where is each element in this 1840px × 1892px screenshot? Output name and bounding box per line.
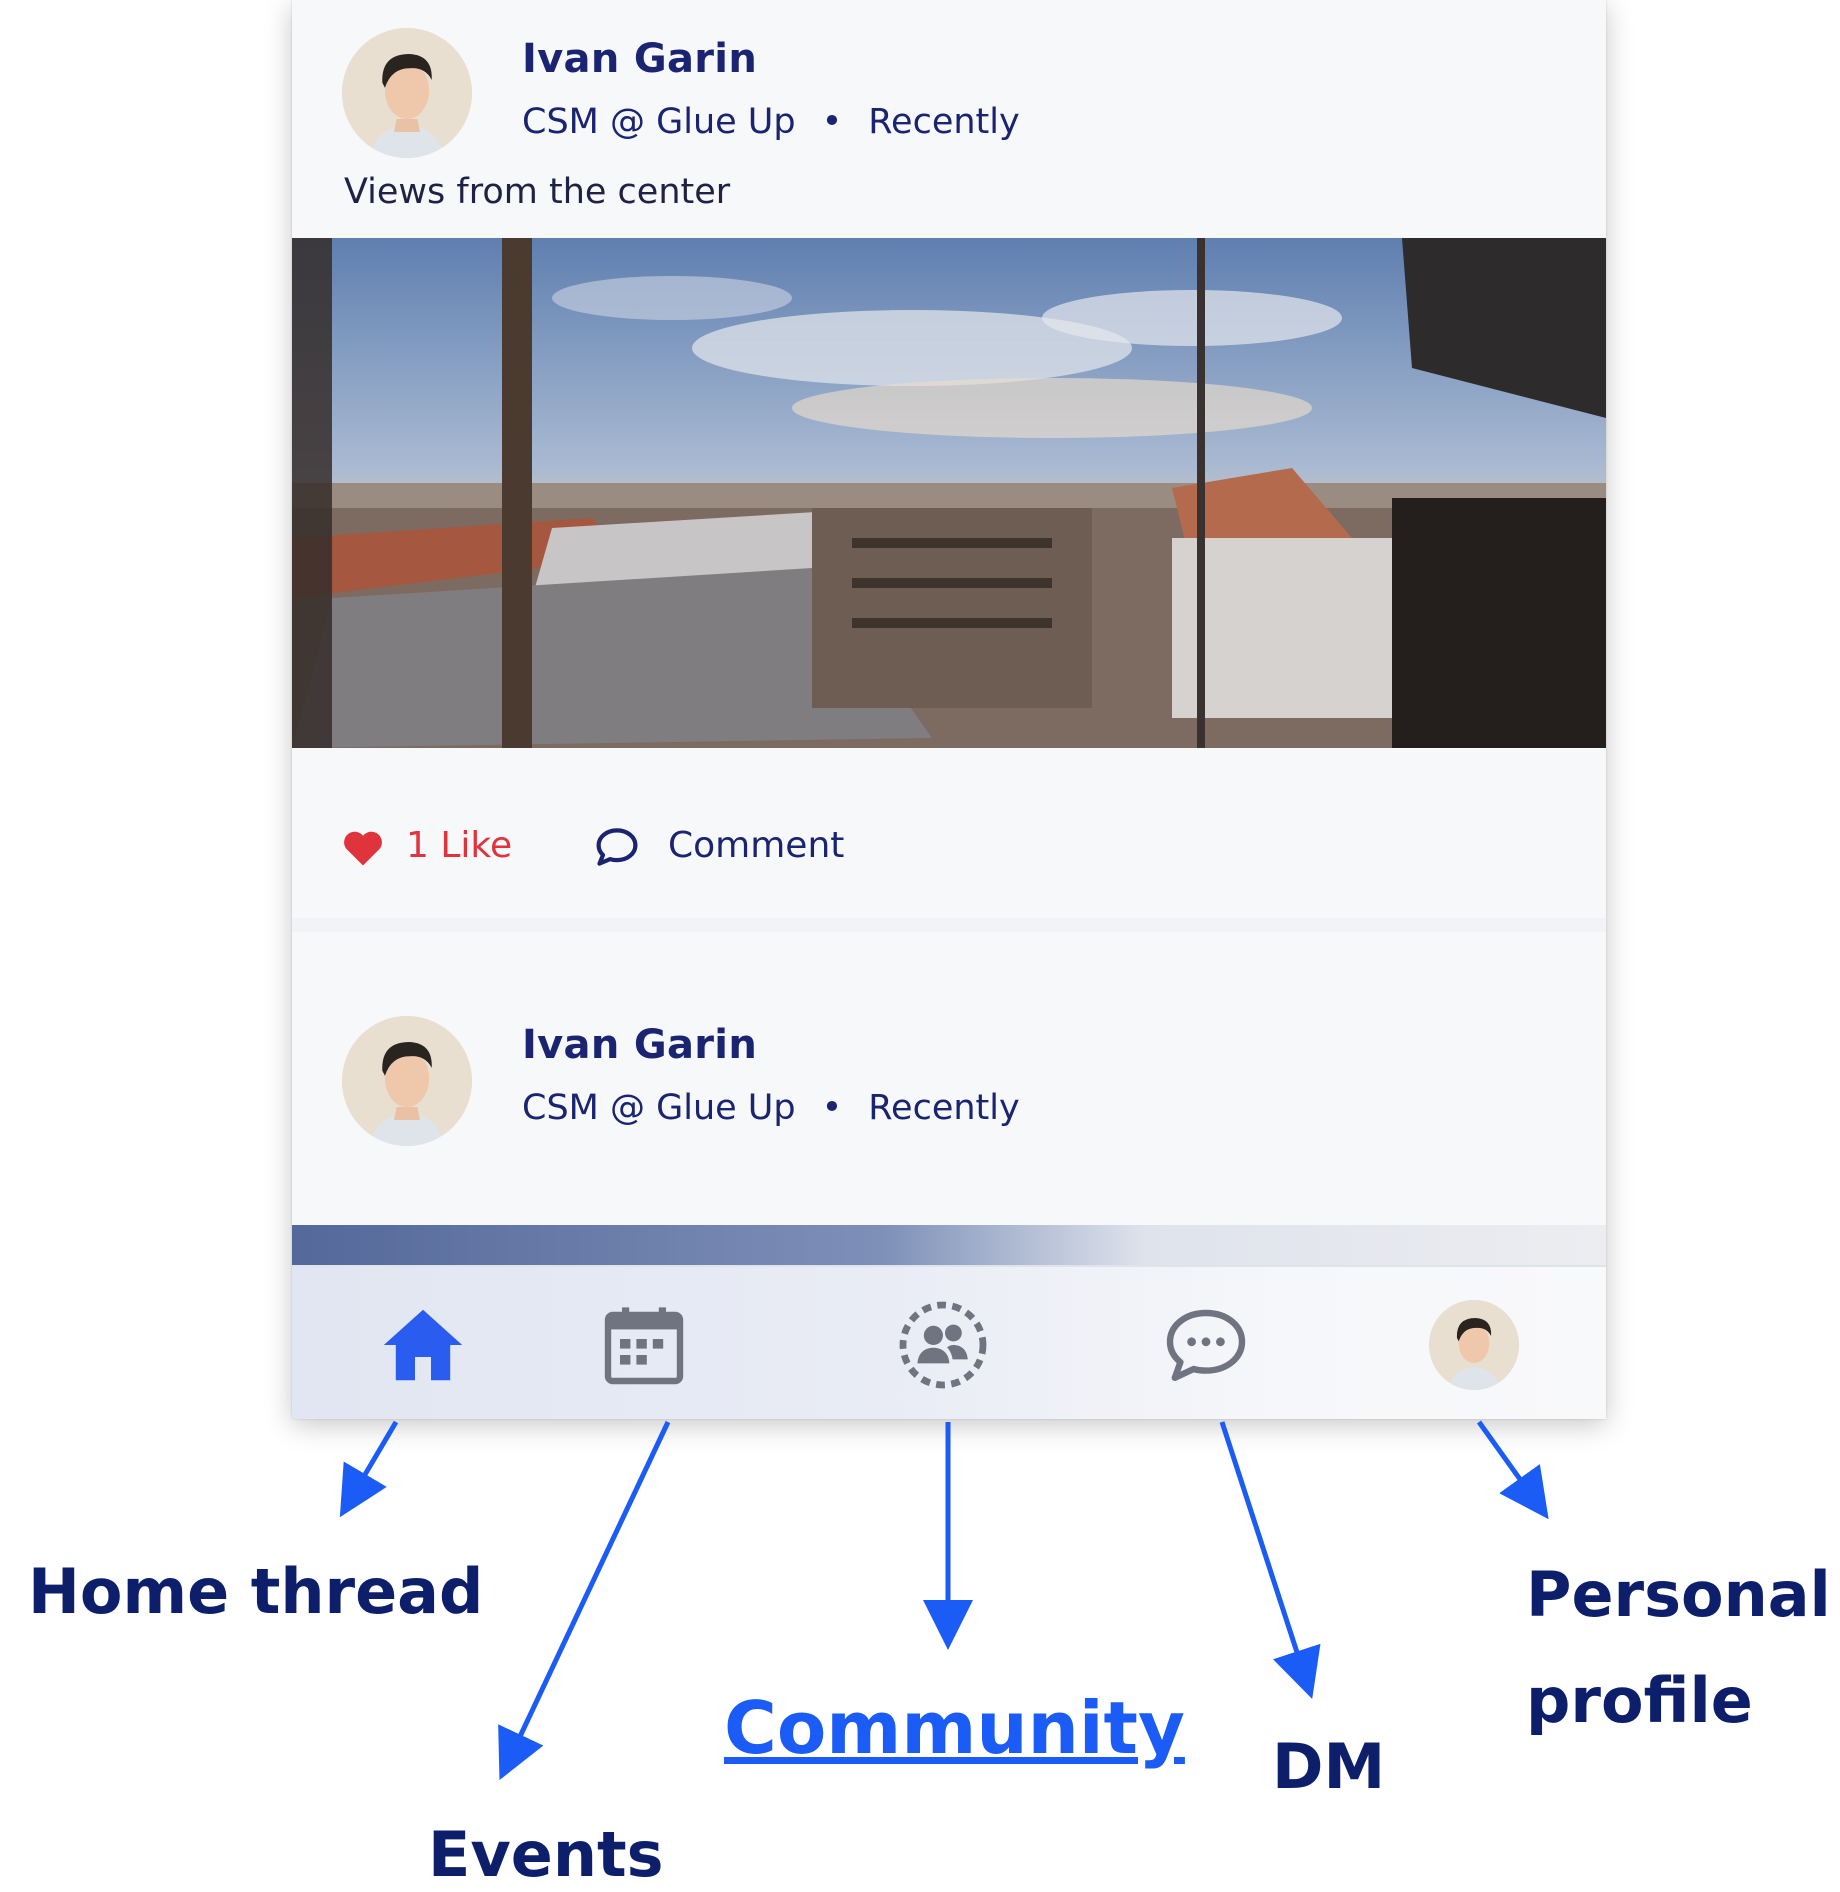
author-role: CSM @ Glue Up	[522, 1088, 796, 1128]
arrow-profile	[1476, 1420, 1549, 1520]
phone-screen: Ivan Garin CSM @ Glue Up • Recently Views …	[292, 0, 1606, 1419]
post-meta: CSM @ Glue Up • Recently	[522, 1088, 1020, 1128]
post-caption: Views from the center	[344, 172, 731, 212]
post-header: Ivan Garin CSM @ Glue Up • Recently	[292, 990, 1606, 1160]
meta-separator: •	[821, 1088, 843, 1128]
nav-events[interactable]	[596, 1297, 692, 1393]
label-dm: DM	[1272, 1730, 1386, 1803]
label-home-thread: Home thread	[28, 1555, 484, 1628]
label-profile: profile	[1526, 1664, 1753, 1737]
bottom-nav-bar	[292, 1265, 1606, 1419]
post-meta: CSM @ Glue Up • Recently	[522, 102, 1020, 142]
post-time: Recently	[868, 102, 1020, 142]
heart-icon[interactable]	[342, 828, 384, 868]
nav-home[interactable]	[375, 1297, 471, 1393]
post-divider	[292, 918, 1606, 932]
author-role: CSM @ Glue Up	[522, 102, 796, 142]
nav-messages[interactable]	[1158, 1297, 1254, 1393]
post-photo[interactable]	[292, 1225, 1606, 1267]
avatar[interactable]	[342, 1016, 472, 1146]
label-personal: Personal	[1526, 1558, 1831, 1631]
post-time: Recently	[868, 1088, 1020, 1128]
rooftop-panorama-image	[292, 238, 1606, 748]
comment-button[interactable]: Comment	[668, 825, 844, 866]
nav-community[interactable]	[895, 1297, 991, 1393]
post-author[interactable]: Ivan Garin	[522, 1022, 757, 1068]
community-icon	[899, 1301, 987, 1389]
like-count[interactable]: 1 Like	[406, 825, 512, 866]
comment-icon[interactable]	[594, 826, 640, 868]
nav-profile[interactable]	[1429, 1300, 1519, 1390]
arrow-home	[339, 1420, 399, 1518]
profile-avatar-icon	[1429, 1300, 1519, 1390]
arrow-events	[498, 1420, 671, 1781]
meta-separator: •	[821, 102, 843, 142]
avatar-photo	[342, 28, 472, 158]
post-actions: 1 Like Comment	[292, 780, 1606, 910]
post-header: Ivan Garin CSM @ Glue Up • Recently Views …	[292, 0, 1606, 230]
chat-bubble-icon	[1166, 1309, 1246, 1381]
post-photo[interactable]	[292, 238, 1606, 748]
label-community[interactable]: Community	[724, 1685, 1185, 1771]
avatar[interactable]	[342, 28, 472, 158]
arrow-dm	[1219, 1421, 1321, 1700]
avatar-photo	[342, 1016, 472, 1146]
post-author[interactable]: Ivan Garin	[522, 36, 757, 82]
calendar-icon	[604, 1307, 684, 1385]
home-icon	[383, 1309, 463, 1381]
sky-image	[292, 1225, 1606, 1267]
label-events: Events	[428, 1818, 664, 1891]
